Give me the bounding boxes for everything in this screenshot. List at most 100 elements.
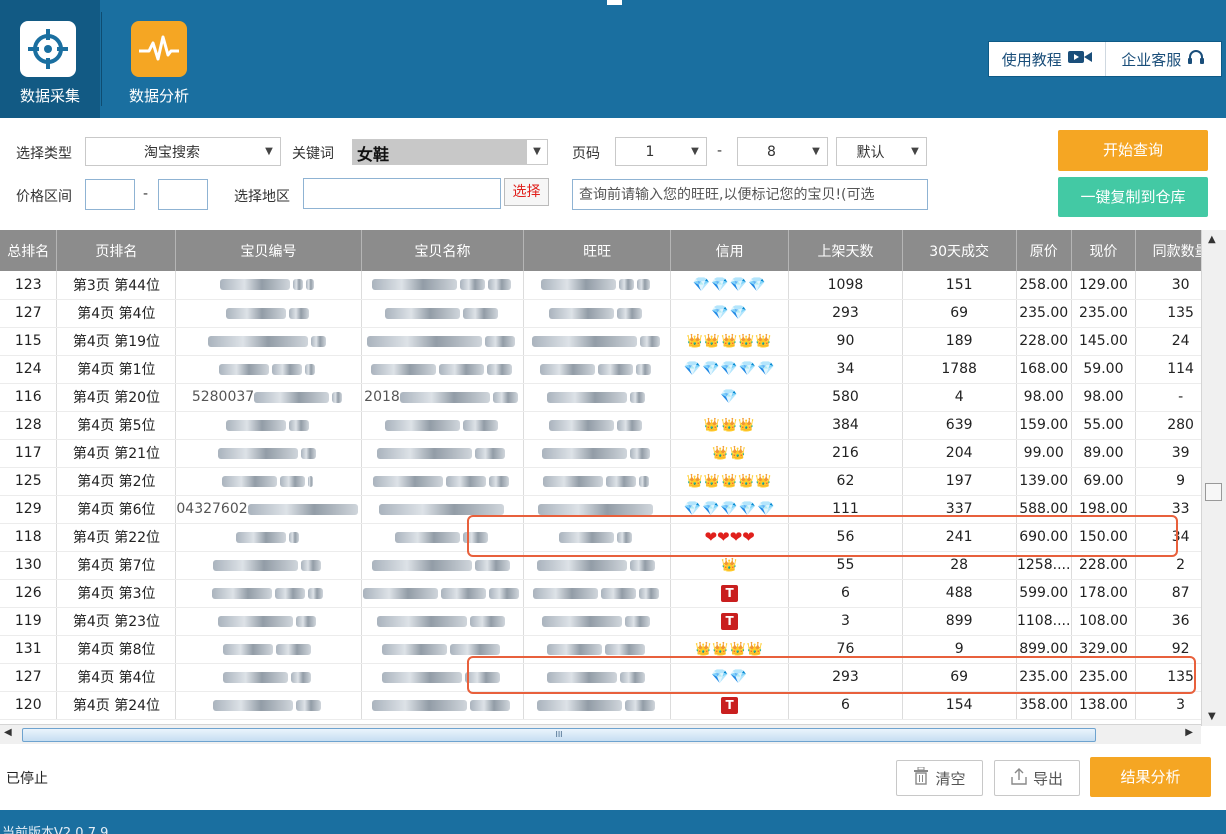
cell-page-rank: 第4页 第4位 [56,299,177,328]
redacted-text [489,587,519,599]
page-to-select[interactable]: 8 ▼ [737,137,828,166]
table-row[interactable]: 125 第4页 第2位 👑👑👑👑👑 62 197 139.00 69.00 9 [0,467,1226,496]
column-header[interactable]: 信用 [670,230,790,271]
redacted-text [377,615,467,627]
redacted-text [223,643,273,655]
chevron-down-icon: ▼ [691,146,699,157]
scroll-down-icon[interactable]: ▼ [1208,711,1216,722]
keyword-input[interactable]: 女鞋 [353,140,527,164]
cell-item-id [175,271,362,300]
vertical-scrollbar[interactable]: ▲ ▼ [1201,230,1226,726]
crosshair-icon [20,21,76,77]
redacted-text [306,279,314,291]
price-min-input[interactable] [85,179,135,210]
table-row[interactable]: 124 第4页 第1位 💎💎💎💎💎 34 1788 168.00 59.00 114 [0,355,1226,384]
scroll-thumb[interactable] [1205,483,1222,501]
column-header[interactable]: 现价 [1071,230,1137,271]
redacted-text [225,419,286,431]
crown-credit-icon: 👑👑👑👑👑 [686,474,773,489]
help-box: 使用教程 企业客服 [988,41,1222,77]
redacted-text [296,699,321,711]
redacted-text [542,475,603,487]
cell-original-price: 358.00 [1016,691,1072,720]
column-header[interactable]: 上架天数 [788,230,903,271]
region-input[interactable] [303,178,501,209]
scroll-thumb[interactable]: III [22,728,1096,742]
column-header[interactable]: 页排名 [56,230,177,271]
nav-data-analysis[interactable]: 数据分析 [110,0,208,118]
cell-listed-days: 6 [788,691,903,720]
column-header[interactable]: 总排名 [0,230,58,271]
scroll-right-icon[interactable]: ▶ [1185,727,1193,738]
column-header[interactable]: 旺旺 [523,230,671,271]
column-header[interactable]: 30天成交 [902,230,1017,271]
column-header[interactable]: 原价 [1016,230,1072,271]
cell-30day-sales: 488 [902,579,1017,608]
table-row[interactable]: 123 第3页 第44位 💎💎💎💎 1098 151 258.00 129.00 30 [0,271,1226,300]
table-row[interactable]: 115 第4页 第19位 👑👑👑👑👑 90 189 228.00 145.00 24 [0,327,1226,356]
cell-original-price: 258.00 [1016,271,1072,300]
redacted-text [541,279,617,291]
version-text: 当前版本V2.0.7.9 [2,826,109,834]
page-from-value: 1 [645,143,655,160]
type-select[interactable]: 淘宝搜索 ▼ [85,137,281,166]
redacted-text [384,307,460,319]
table-row[interactable]: 128 第4页 第5位 👑👑👑 384 639 159.00 55.00 280 [0,411,1226,440]
cell-current-price: 89.00 [1071,439,1137,468]
redacted-text [475,447,505,459]
cell-total-rank: 129 [0,495,58,524]
crown-credit-icon: 👑👑 [712,446,747,461]
redacted-text [293,279,303,291]
page-from-select[interactable]: 1 ▼ [615,137,707,166]
redacted-text [546,643,602,655]
crown-credit-icon: 👑👑👑👑 [695,642,764,657]
price-max-input[interactable] [158,179,208,210]
cell-page-rank: 第4页 第7位 [56,551,177,580]
redacted-text [629,559,655,571]
table-row[interactable]: 126 第4页 第3位 T 6 488 599.00 178.00 87 [0,579,1226,608]
cell-item-id [175,411,362,440]
redacted-text [600,587,636,599]
scroll-up-icon[interactable]: ▲ [1208,234,1216,245]
upload-icon [1011,767,1027,789]
clear-button[interactable]: 清空 [896,760,983,796]
redacted-text [541,447,627,459]
redacted-text [538,503,654,515]
column-header[interactable]: 宝贝编号 [175,230,362,271]
page-to-value: 8 [767,143,776,160]
wangwang-input[interactable]: 查询前请输入您的旺旺,以便标记您的宝贝!(可选 [572,179,928,210]
table-row[interactable]: 127 第4页 第4位 💎💎 293 69 235.00 235.00 135 [0,299,1226,328]
nav-data-collect[interactable]: 数据采集 [0,0,100,118]
redacted-text [441,587,486,599]
cell-current-price: 129.00 [1071,271,1137,300]
start-query-button[interactable]: 开始查询 [1058,130,1208,171]
cell-page-rank: 第4页 第3位 [56,579,177,608]
redacted-text [247,503,358,515]
cell-item-id [175,355,362,384]
cell-item-name [361,579,525,608]
diamond-credit-icon: 💎 [720,389,739,405]
redacted-text [377,447,472,459]
support-button[interactable]: 企业客服 [1104,42,1222,76]
keyword-combo[interactable]: 女鞋 ▼ [352,139,548,165]
column-header[interactable]: 宝贝名称 [361,230,525,271]
price-label: 价格区间 [16,189,72,205]
redacted-text [486,363,512,375]
table-row[interactable]: 116 第4页 第20位 5280037 2018 💎 580 4 98.00 98.00- [0,383,1226,412]
diamond-credit-icon: 💎💎💎💎 [692,276,767,293]
chevron-down-icon: ▼ [533,146,541,157]
export-button[interactable]: 导出 [994,760,1080,796]
scroll-left-icon[interactable]: ◀ [4,727,12,738]
table-row[interactable]: 120 第4页 第24位 T 6 154 358.00 138.00 3 [0,691,1226,720]
result-analysis-button[interactable]: 结果分析 [1090,757,1211,797]
copy-to-warehouse-button[interactable]: 一键复制到仓库 [1058,177,1208,217]
redacted-text [399,391,490,403]
redacted-text [211,587,272,599]
tutorial-button[interactable]: 使用教程 [989,42,1105,76]
region-select-button[interactable]: 选择 [504,178,549,206]
table-row[interactable]: 119 第4页 第23位 T 3 899 1108.... 108.00 36 [0,607,1226,636]
sort-value: 默认 [856,144,885,161]
sort-select[interactable]: 默认 ▼ [836,137,927,166]
table-row[interactable]: 117 第4页 第21位 👑👑 216 204 99.00 89.00 39 [0,439,1226,468]
horizontal-scrollbar[interactable]: ◀ III ▶ [0,724,1201,744]
